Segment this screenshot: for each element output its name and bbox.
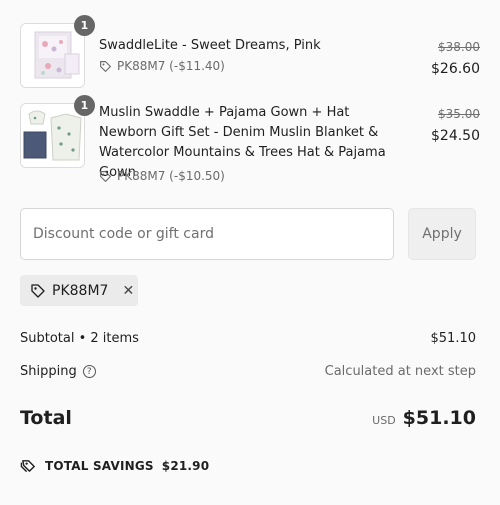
price-column: $38.00 $26.60 bbox=[431, 39, 480, 79]
tag-icon bbox=[100, 60, 111, 72]
total-savings: TOTAL SAVINGS $21.90 bbox=[20, 457, 209, 474]
shipping-row: Shipping ? Calculated at next step bbox=[20, 364, 476, 379]
item-discount: PK88M7 (-$10.50) bbox=[99, 169, 225, 183]
item-title: SwaddleLite - Sweet Dreams, Pink bbox=[99, 38, 321, 53]
price-column: $35.00 $24.50 bbox=[431, 106, 480, 146]
item-discount-label: PK88M7 (-$10.50) bbox=[117, 169, 225, 183]
subtotal-value: $51.10 bbox=[430, 331, 477, 346]
help-icon[interactable]: ? bbox=[82, 365, 96, 378]
savings-label: TOTAL SAVINGS bbox=[45, 458, 154, 473]
final-price: $24.50 bbox=[431, 128, 480, 144]
quantity-badge: 1 bbox=[74, 15, 95, 36]
final-price: $26.60 bbox=[431, 61, 480, 77]
shipping-label: Shipping bbox=[20, 364, 77, 379]
discount-code-input[interactable]: Discount code or gift card bbox=[20, 208, 394, 260]
total-value: $51.10 bbox=[402, 407, 476, 429]
applied-discount-chip: PK88M7 ✕ bbox=[20, 275, 138, 306]
shipping-value: Calculated at next step bbox=[324, 364, 476, 379]
apply-button[interactable]: Apply bbox=[408, 208, 476, 260]
product-thumbnail: 1 bbox=[20, 95, 95, 168]
currency-code: USD bbox=[372, 414, 396, 427]
total-label: Total bbox=[20, 407, 72, 429]
tag-icon bbox=[100, 170, 111, 182]
discount-code-placeholder: Discount code or gift card bbox=[33, 226, 214, 242]
line-item: 1 SwaddleLite - Sweet Dreams, Pink PK88M… bbox=[20, 15, 480, 88]
close-icon[interactable]: ✕ bbox=[122, 283, 134, 299]
subtotal-label: Subtotal • 2 items bbox=[20, 331, 139, 346]
original-price: $38.00 bbox=[438, 40, 480, 54]
savings-tag-icon bbox=[20, 460, 35, 473]
item-discount-label: PK88M7 (-$11.40) bbox=[117, 59, 225, 73]
item-discount: PK88M7 (-$11.40) bbox=[99, 59, 225, 73]
line-item: 1 Muslin Swaddle + Pajama Gown + Hat New… bbox=[20, 95, 480, 189]
subtotal-row: Subtotal • 2 items $51.10 bbox=[20, 331, 476, 346]
product-image bbox=[21, 24, 84, 87]
tag-icon bbox=[30, 283, 46, 299]
product-image bbox=[21, 104, 84, 167]
total-amount-group: USD $51.10 bbox=[372, 407, 476, 429]
total-row: Total USD $51.10 bbox=[20, 407, 476, 429]
product-thumbnail: 1 bbox=[20, 15, 95, 88]
original-price: $35.00 bbox=[438, 107, 480, 121]
savings-value: $21.90 bbox=[161, 458, 210, 473]
applied-code-label: PK88M7 bbox=[52, 282, 109, 299]
quantity-badge: 1 bbox=[74, 95, 95, 116]
shipping-label-group: Shipping ? bbox=[20, 364, 96, 379]
